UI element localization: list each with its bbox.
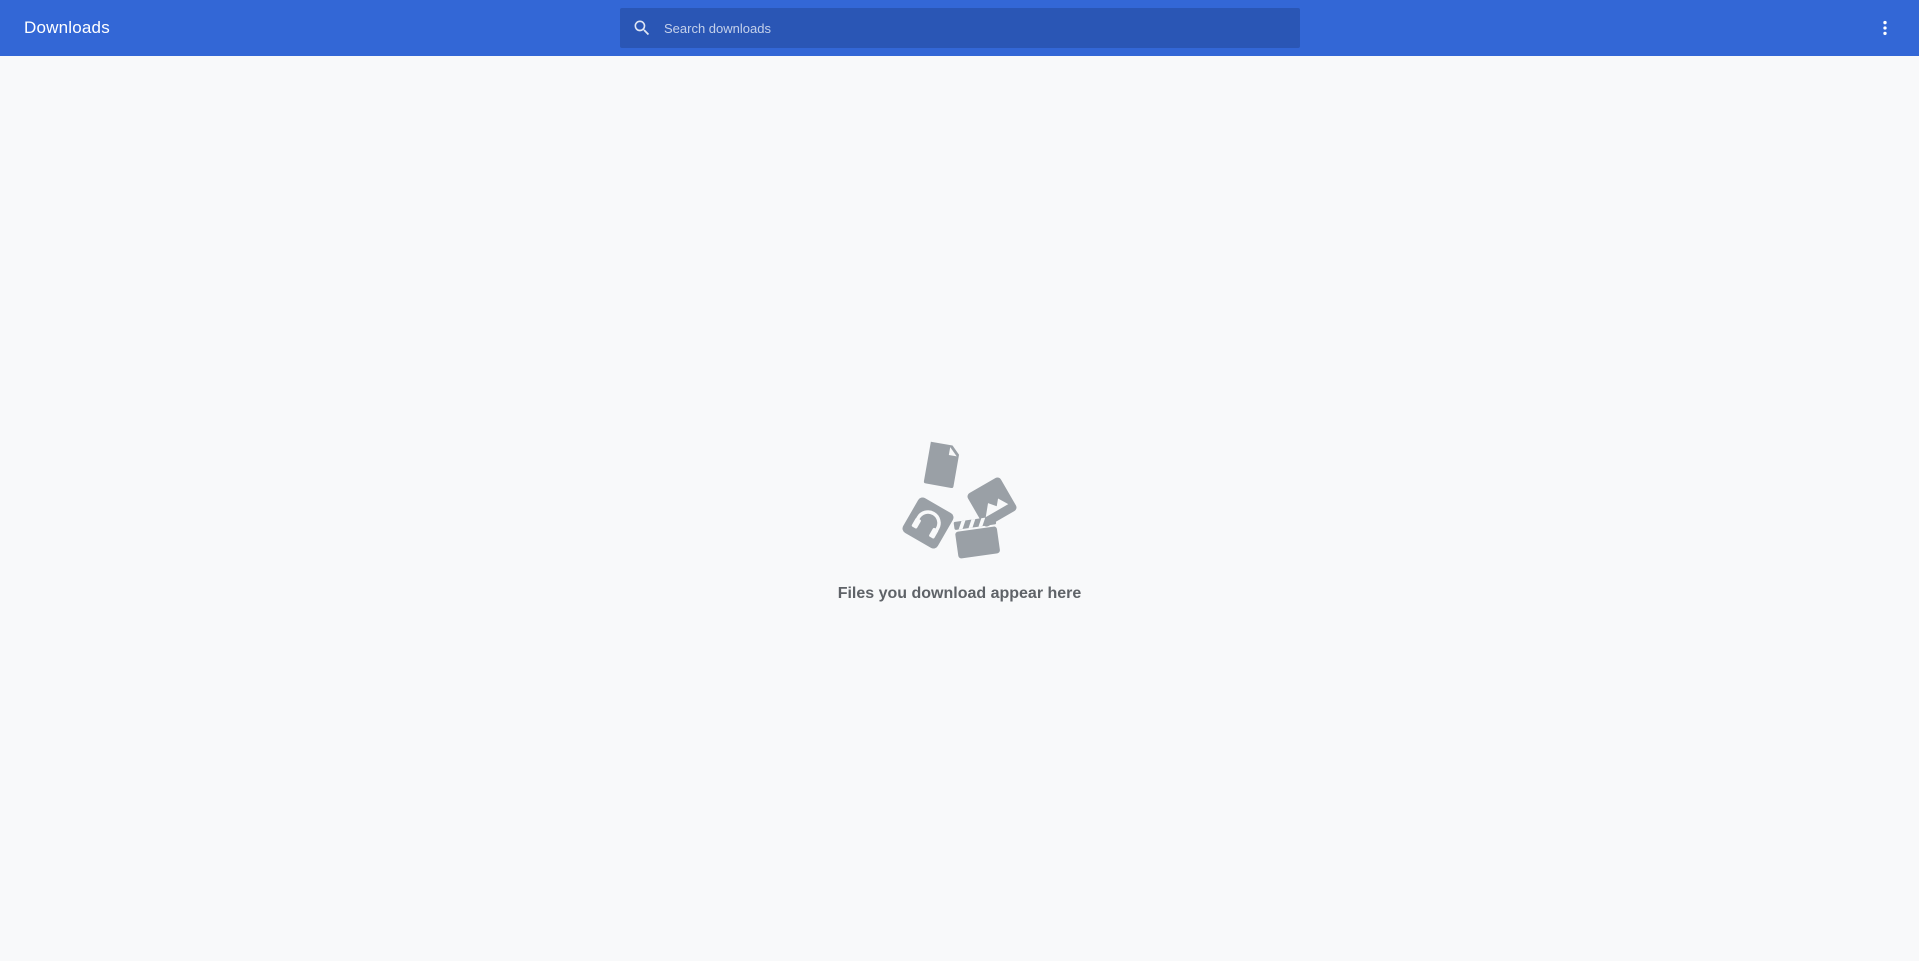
audio-icon — [902, 497, 954, 549]
more-actions-button[interactable] — [1869, 8, 1901, 48]
empty-downloads-state: Files you download appear here — [0, 56, 1919, 961]
downloads-toolbar: Downloads — [0, 0, 1919, 56]
file-icon — [923, 441, 960, 488]
downloads-illustration — [902, 441, 1017, 559]
empty-state-message: Files you download appear here — [837, 585, 1082, 602]
search-box[interactable] — [620, 8, 1300, 48]
page-title: Downloads — [24, 18, 110, 37]
video-icon — [953, 516, 1000, 559]
search-input[interactable] — [664, 8, 1284, 48]
more-vert-icon — [1883, 20, 1887, 36]
search-icon — [634, 20, 650, 36]
